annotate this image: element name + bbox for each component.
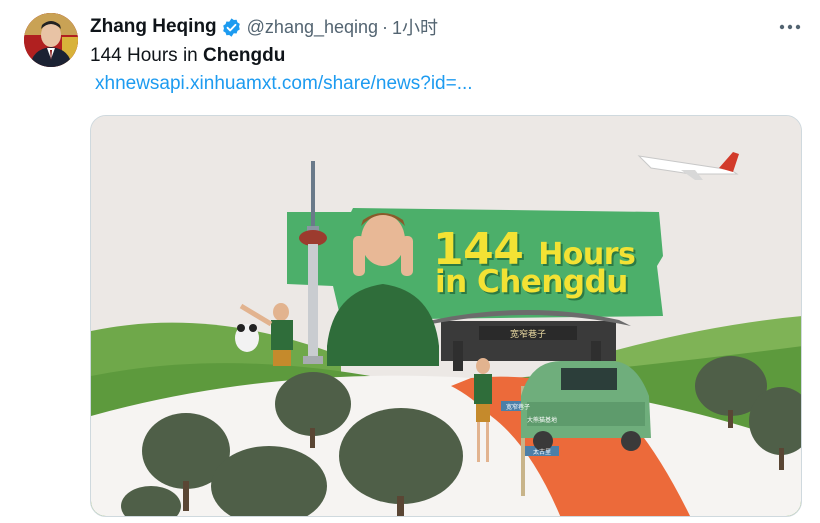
gate-sign-text: 宽窄巷子 <box>510 328 546 340</box>
separator-dot: · <box>382 16 389 37</box>
road-sign-label: 太古里 <box>533 448 551 456</box>
author-display-name[interactable]: Zhang Heqing <box>90 16 217 38</box>
verified-badge-icon <box>221 17 242 38</box>
poster-illustration: 宽窄巷子 宽窄巷子大熊猫基地太古里 <box>91 116 801 516</box>
tweet-text: 144 Hours in Chengdu <box>90 45 285 67</box>
road-sign-label: 大熊猫基地 <box>527 416 557 424</box>
tweet-media-image[interactable]: 宽窄巷子 宽窄巷子 大熊猫基地 太古里 144 Hours in Chengdu <box>90 115 802 517</box>
more-options-icon[interactable] <box>776 14 804 40</box>
avatar[interactable] <box>24 13 78 67</box>
tweet-header: Zhang Heqing @zhang_heqing · 1小时 <box>90 14 438 40</box>
tweet-timestamp[interactable]: 1小时 <box>392 14 438 40</box>
author-handle[interactable]: @zhang_heqing <box>247 17 378 38</box>
road-sign-label: 宽窄巷子 <box>506 403 530 411</box>
tweet-text-prefix: 144 Hours in <box>90 45 204 66</box>
poster-title-line2: in Chengdu <box>435 264 628 300</box>
tweet-text-bold: Chengdu <box>203 45 286 66</box>
avatar-photo <box>24 13 78 67</box>
tweet-link[interactable]: xhnewsapi.xinhuamxt.com/share/news?id=..… <box>95 73 473 95</box>
